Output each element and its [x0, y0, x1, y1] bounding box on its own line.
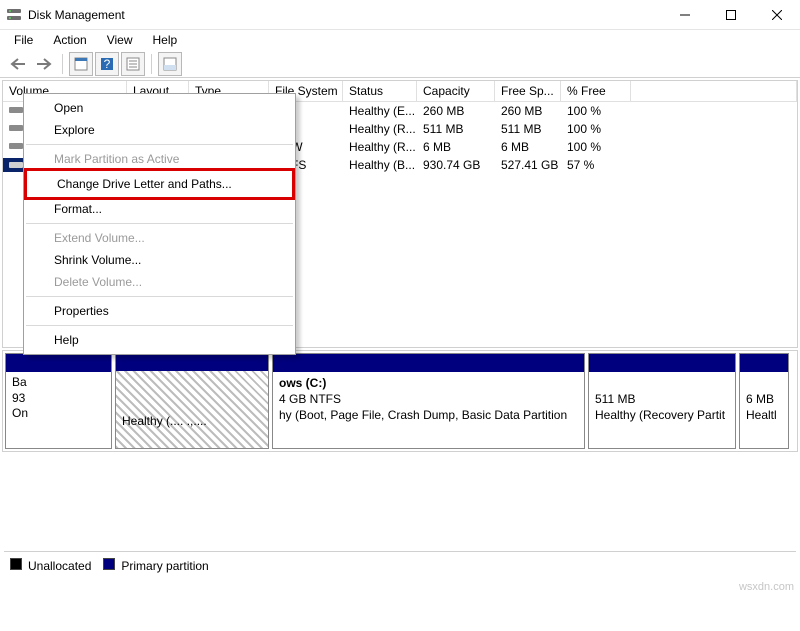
col-free[interactable]: Free Sp...: [495, 81, 561, 101]
menu-help[interactable]: Help: [145, 31, 186, 49]
context-shrink[interactable]: Shrink Volume...: [24, 249, 295, 271]
menu-action[interactable]: Action: [45, 31, 94, 49]
context-mark-active: Mark Partition as Active: [24, 148, 295, 170]
toolbar-separator: [62, 54, 63, 74]
close-button[interactable]: [754, 0, 800, 30]
toolbar-separator: [151, 54, 152, 74]
watermark: wsxdn.com: [739, 581, 794, 593]
disk-header[interactable]: Ba 93 On: [5, 353, 112, 449]
partition-1[interactable]: Healthy (.... .,....: [115, 353, 269, 449]
menu-separator: [26, 296, 293, 297]
cell-status: Healthy (R...: [343, 140, 417, 154]
col-capacity[interactable]: Capacity: [417, 81, 495, 101]
maximize-button[interactable]: [708, 0, 754, 30]
volume-icon: [9, 122, 23, 134]
menu-separator: [26, 325, 293, 326]
cell-capacity: 930.74 GB: [417, 158, 495, 172]
view-list-icon[interactable]: [121, 52, 145, 76]
cell-capacity: 6 MB: [417, 140, 495, 154]
forward-button[interactable]: [32, 52, 56, 76]
cell-pfree: 57 %: [561, 158, 631, 172]
volume-icon: [9, 159, 23, 171]
context-explore[interactable]: Explore: [24, 119, 295, 141]
cell-free: 511 MB: [495, 122, 561, 136]
disk-line3: On: [12, 406, 105, 422]
svg-text:?: ?: [104, 57, 111, 71]
partition-size: 511 MB: [595, 391, 729, 407]
back-button[interactable]: [6, 52, 30, 76]
volume-icon: [9, 140, 23, 152]
partition-status: hy (Boot, Page File, Crash Dump, Basic D…: [279, 407, 578, 423]
context-extend: Extend Volume...: [24, 227, 295, 249]
disk-graphical-view: Ba 93 On Healthy (.... .,.... ows (C:) 4…: [2, 350, 798, 452]
menu-separator: [26, 144, 293, 145]
properties-icon[interactable]: [69, 52, 93, 76]
context-menu: Open Explore Mark Partition as Active Ch…: [23, 93, 296, 355]
partition-small[interactable]: 6 MB Healtl: [739, 353, 789, 449]
cell-free: 6 MB: [495, 140, 561, 154]
cell-status: Healthy (B...: [343, 158, 417, 172]
menu-view[interactable]: View: [99, 31, 141, 49]
cell-capacity: 511 MB: [417, 122, 495, 136]
cell-capacity: 260 MB: [417, 104, 495, 118]
partition-status: Healthy (Recovery Partit: [595, 407, 729, 423]
app-icon: [6, 7, 22, 23]
partition-size: 6 MB: [746, 391, 782, 407]
menubar: File Action View Help: [0, 30, 800, 50]
context-properties[interactable]: Properties: [24, 300, 295, 322]
disk-line1: Ba: [12, 375, 105, 391]
legend: Unallocated Primary partition: [4, 551, 796, 577]
cell-status: Healthy (R...: [343, 122, 417, 136]
volume-icon: [9, 104, 23, 116]
disk-line2: 93: [12, 391, 105, 407]
context-change-drive-letter[interactable]: Change Drive Letter and Paths...: [24, 168, 295, 200]
col-status[interactable]: Status: [343, 81, 417, 101]
cell-pfree: 100 %: [561, 122, 631, 136]
swatch-black-icon: [10, 558, 22, 570]
window-title: Disk Management: [28, 8, 662, 22]
cell-free: 527.41 GB: [495, 158, 561, 172]
context-help[interactable]: Help: [24, 329, 295, 351]
partition-c[interactable]: ows (C:) 4 GB NTFS hy (Boot, Page File, …: [272, 353, 585, 449]
context-open[interactable]: Open: [24, 97, 295, 119]
col-extra: [631, 81, 797, 101]
partition-recovery[interactable]: 511 MB Healthy (Recovery Partit: [588, 353, 736, 449]
partition-status: Healthy (.... .,....: [122, 413, 262, 429]
menu-file[interactable]: File: [6, 31, 41, 49]
partition-size: 4 GB NTFS: [279, 391, 578, 407]
titlebar: Disk Management: [0, 0, 800, 30]
legend-primary: Primary partition: [103, 558, 208, 573]
view-bottom-icon[interactable]: [158, 52, 182, 76]
swatch-blue-icon: [103, 558, 115, 570]
toolbar: ?: [0, 50, 800, 78]
cell-status: Healthy (E...: [343, 104, 417, 118]
col-pfree[interactable]: % Free: [561, 81, 631, 101]
partition-status: Healtl: [746, 407, 782, 423]
cell-free: 260 MB: [495, 104, 561, 118]
cell-pfree: 100 %: [561, 140, 631, 154]
partition-name: ows (C:): [279, 376, 326, 390]
context-delete: Delete Volume...: [24, 271, 295, 293]
legend-unallocated: Unallocated: [10, 558, 91, 573]
help-icon[interactable]: ?: [95, 52, 119, 76]
menu-separator: [26, 223, 293, 224]
context-format[interactable]: Format...: [24, 198, 295, 220]
minimize-button[interactable]: [662, 0, 708, 30]
cell-pfree: 100 %: [561, 104, 631, 118]
